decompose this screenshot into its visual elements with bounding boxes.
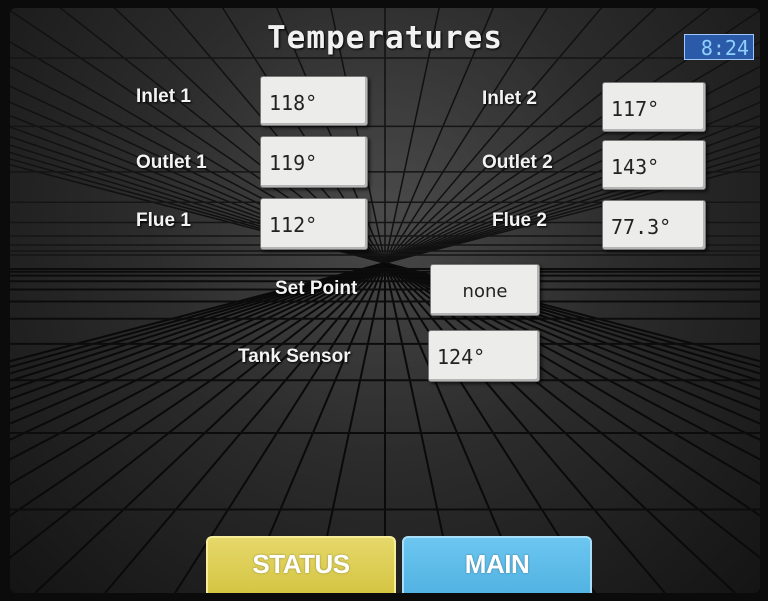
inlet-1-value[interactable]: 118°: [260, 76, 368, 126]
flue-2-label: Flue 2: [492, 210, 547, 231]
inlet-2-label: Inlet 2: [482, 88, 537, 109]
inlet-1-label: Inlet 1: [136, 86, 191, 107]
tank-sensor-label: Tank Sensor: [238, 346, 351, 367]
inlet-2-value[interactable]: 117°: [602, 82, 706, 132]
clock-display: 8:24: [684, 34, 754, 60]
outlet-2-label: Outlet 2: [482, 152, 553, 173]
flue-2-value[interactable]: 77.3°: [602, 200, 706, 250]
set-point-label: Set Point: [275, 278, 358, 299]
main-button[interactable]: MAIN: [402, 536, 592, 593]
outlet-1-value[interactable]: 119°: [260, 136, 368, 188]
flue-1-value[interactable]: 112°: [260, 198, 368, 250]
tank-sensor-value[interactable]: 124°: [428, 330, 540, 382]
outlet-1-label: Outlet 1: [136, 152, 207, 173]
outlet-2-value[interactable]: 143°: [602, 140, 706, 190]
page-title: Temperatures: [267, 20, 503, 56]
set-point-value[interactable]: none: [430, 264, 540, 316]
flue-1-label: Flue 1: [136, 210, 191, 231]
status-button[interactable]: STATUS: [206, 536, 396, 593]
touch-screen: Temperatures 8:24 Inlet 1 118° Outlet 1 …: [10, 8, 760, 593]
